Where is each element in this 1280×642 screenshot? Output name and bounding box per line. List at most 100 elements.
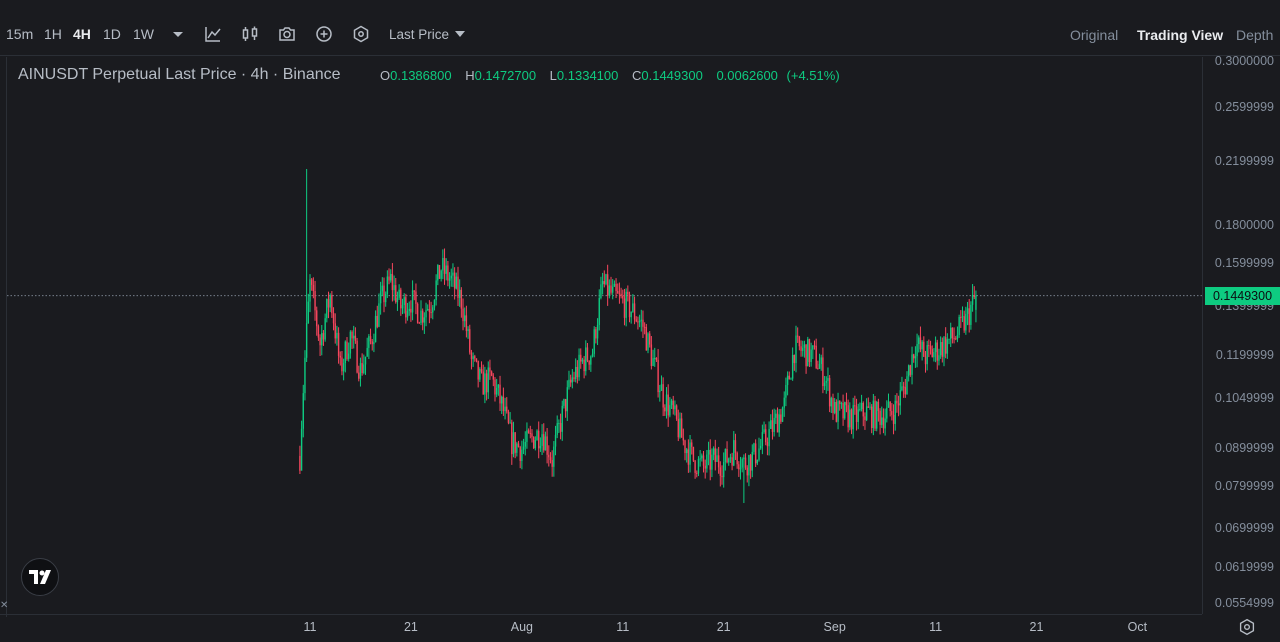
candle-body <box>413 290 415 292</box>
add-icon[interactable] <box>314 24 334 44</box>
candle-type-icon[interactable] <box>240 24 260 44</box>
candle-body <box>869 406 871 408</box>
timeframe-15m[interactable]: 15m <box>6 26 33 42</box>
candle-body <box>741 459 743 468</box>
candle-body <box>588 360 590 365</box>
candle-body <box>606 274 609 296</box>
tab-trading-view[interactable]: Trading View <box>1137 27 1223 43</box>
candle-body <box>420 310 422 323</box>
left-edge-x-icon[interactable]: ✕ <box>0 600 8 614</box>
candle-body <box>391 273 394 291</box>
candle-body <box>803 344 806 348</box>
candle-body <box>462 308 464 322</box>
candle-body <box>524 441 526 447</box>
screenshot-icon[interactable] <box>277 24 297 44</box>
candle-body <box>511 422 513 455</box>
time-tick-label: Oct <box>1127 620 1148 634</box>
candle-body <box>765 429 767 443</box>
tradingview-logo[interactable] <box>21 558 59 596</box>
candle-body <box>526 430 528 442</box>
candle-body <box>943 337 945 357</box>
candle-body <box>596 324 599 339</box>
candle-body <box>909 365 912 375</box>
candle-body <box>805 344 807 367</box>
candle-body <box>615 283 617 292</box>
candle-body <box>854 405 856 407</box>
candle-body <box>299 455 301 471</box>
candle-body <box>670 400 673 406</box>
candle-body <box>751 451 753 471</box>
time-tick-label: 21 <box>403 620 418 634</box>
tab-depth[interactable]: Depth <box>1236 27 1273 43</box>
timeframe-1d[interactable]: 1D <box>103 26 121 42</box>
candle-body <box>672 400 674 410</box>
candle-body <box>842 403 844 419</box>
candle-body <box>859 409 861 411</box>
close-label: C <box>631 68 642 83</box>
candle-body <box>849 409 851 428</box>
dropdown-caret-icon[interactable] <box>168 24 188 44</box>
candle-body <box>477 360 479 380</box>
candle-body <box>754 443 757 464</box>
candle-body <box>625 291 627 318</box>
candle-body <box>358 372 360 379</box>
candle-body <box>731 457 733 466</box>
chart-settings-icon[interactable] <box>1238 618 1256 636</box>
candle-body <box>334 323 336 339</box>
candle-body <box>630 311 632 318</box>
candle-body <box>891 411 893 415</box>
candle-body <box>445 265 447 274</box>
candle-body <box>936 342 938 361</box>
candle-body <box>926 345 928 365</box>
candle-body <box>855 406 858 422</box>
candle-body <box>951 327 954 339</box>
candle-body <box>363 364 365 374</box>
candle-body <box>790 378 792 380</box>
candle-body <box>373 342 375 345</box>
candle-body <box>818 363 821 369</box>
candle-body <box>677 418 679 438</box>
candle-body <box>485 373 488 393</box>
price-tick-label: 0.0619999 <box>1214 560 1274 575</box>
price-tick-label: 0.2199999 <box>1214 153 1274 168</box>
candlestick-chart[interactable] <box>7 57 1202 614</box>
candle-body <box>911 354 913 375</box>
timeframe-4h[interactable]: 4H <box>73 26 91 42</box>
timeframe-1h[interactable]: 1H <box>44 26 62 42</box>
settings-hex-icon[interactable] <box>351 24 371 44</box>
time-axis[interactable] <box>0 614 1202 642</box>
indicator-icon[interactable] <box>203 24 223 44</box>
candle-body <box>421 310 424 323</box>
candle-body <box>788 375 790 380</box>
high-value: 0.1472700 <box>474 68 537 83</box>
candle-body <box>585 347 587 372</box>
candle-body <box>781 407 784 422</box>
tab-original[interactable]: Original <box>1070 27 1118 43</box>
candle-body <box>593 329 595 354</box>
candle-body <box>502 396 505 412</box>
candle-body <box>679 418 681 438</box>
candle-body <box>645 327 648 351</box>
candle-body <box>756 459 759 464</box>
candle-body <box>659 390 661 393</box>
candle-body <box>647 333 649 351</box>
candle-body <box>536 430 538 441</box>
candle-body <box>440 270 442 279</box>
price-type-dropdown[interactable]: Last Price <box>389 27 466 42</box>
candle-body <box>543 434 545 451</box>
candle-body <box>657 359 659 393</box>
timeframe-1w[interactable]: 1W <box>133 26 154 42</box>
candle-body <box>953 338 955 340</box>
candle-body <box>921 341 923 350</box>
candle-body <box>605 274 607 285</box>
candle-body <box>662 384 664 408</box>
candle-body <box>411 290 414 313</box>
price-axis[interactable]: 0.3000000 0.2599999 0.2199999 0.1800000 0.15… <box>1202 54 1280 614</box>
candle-body <box>386 276 389 295</box>
candle-body <box>961 316 964 318</box>
candle-body <box>728 458 730 463</box>
candle-body <box>475 358 478 361</box>
candle-body <box>613 283 616 287</box>
candle-body <box>405 297 407 318</box>
candle-body <box>302 393 304 429</box>
